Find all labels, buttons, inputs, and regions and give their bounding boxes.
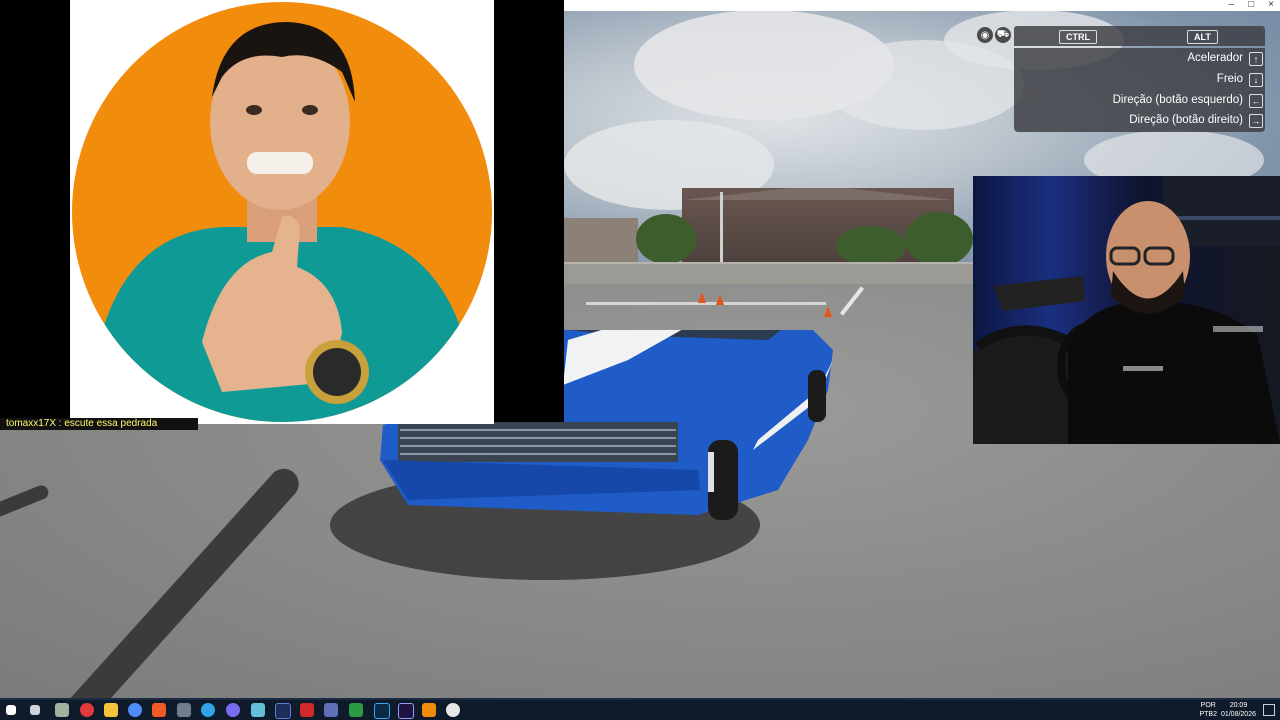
controls-help-panel: CTRL ALT Acelerador ↑ Freio ↓ Direção (b…: [1014, 26, 1265, 132]
arrow-down-icon: ↓: [1249, 73, 1263, 87]
maximize-button[interactable]: □: [1248, 0, 1254, 10]
skid-mark: [0, 483, 51, 519]
control-row-steer-left: Direção (botão esquerdo) ←: [1112, 90, 1263, 110]
arrow-right-icon: →: [1249, 114, 1263, 128]
tree: [836, 226, 906, 266]
skid-mark: [55, 462, 305, 698]
lane-marking: [586, 302, 826, 305]
chrome-icon[interactable]: [128, 703, 142, 717]
app-icon[interactable]: [55, 703, 69, 717]
streamer-photo-panel: [70, 0, 494, 424]
person-portrait: [72, 22, 492, 422]
control-row-steer-right: Direção (botão direito) →: [1129, 110, 1263, 130]
photoshop-icon[interactable]: [374, 703, 390, 719]
app-icon[interactable]: [201, 703, 215, 717]
controls-help-header: CTRL ALT: [1014, 26, 1265, 46]
clock[interactable]: 20:09 01/08/2026: [1221, 701, 1256, 719]
app-icon[interactable]: [422, 703, 436, 717]
brave-icon[interactable]: [152, 703, 166, 717]
task-view-icon[interactable]: [30, 705, 40, 715]
control-label: Direção (botão direito): [1129, 114, 1243, 126]
window-titlebar: [564, 0, 1280, 11]
app-icon[interactable]: [349, 703, 363, 717]
windows-taskbar: POR PTB2 20:09 01/08/2026: [0, 698, 1280, 720]
traffic-cone: [698, 292, 706, 303]
control-label: Acelerador: [1187, 52, 1243, 64]
traffic-cone: [716, 294, 724, 305]
ctrl-key-badge: CTRL: [1059, 30, 1097, 44]
notification-icon[interactable]: [1263, 704, 1275, 716]
keyboard-layout: PTB2: [1199, 711, 1217, 718]
app-icon[interactable]: [251, 703, 265, 717]
light-pole: [720, 192, 723, 264]
app-icon[interactable]: [226, 703, 240, 717]
car-icon[interactable]: ⛟: [995, 27, 1011, 43]
arrow-up-icon: ↑: [1249, 52, 1263, 66]
tree: [636, 214, 696, 264]
profile-photo: [72, 2, 492, 422]
window-controls: – □ ×: [1229, 0, 1274, 10]
alt-key-badge: ALT: [1187, 30, 1218, 44]
chat-message: tomaxx17X : escute essa pedrada: [0, 418, 198, 430]
arrow-left-icon: ←: [1249, 94, 1263, 108]
app-icon[interactable]: [177, 703, 191, 717]
start-icon[interactable]: [6, 705, 16, 715]
app-icon[interactable]: [324, 703, 338, 717]
premiere-icon[interactable]: [398, 703, 414, 719]
language-code: POR: [1200, 702, 1216, 709]
view-toggle-group: ◉ ⛟: [977, 27, 1011, 43]
eye-icon[interactable]: ◉: [977, 27, 993, 43]
traffic-cone: [824, 306, 832, 317]
control-label: Direção (botão esquerdo): [1112, 94, 1243, 106]
input-language-indicator[interactable]: POR PTB2: [1199, 701, 1217, 719]
app-icon[interactable]: [446, 703, 460, 717]
control-row-brake: Freio ↓: [1216, 69, 1263, 89]
webcam-person: [973, 176, 1280, 444]
webcam-feed: [973, 176, 1280, 444]
app-icon[interactable]: [300, 703, 314, 717]
lane-marking: [839, 286, 865, 316]
shed: [564, 218, 638, 264]
close-button[interactable]: ×: [1268, 0, 1274, 10]
file-explorer-icon[interactable]: [104, 703, 118, 717]
controls-help-list: Acelerador ↑ Freio ↓ Direção (botão esqu…: [1014, 48, 1265, 132]
clock-date: 01/08/2026: [1220, 711, 1256, 718]
clock-time: 20:09: [1229, 702, 1248, 709]
minimize-button[interactable]: –: [1229, 0, 1235, 10]
control-row-accelerator: Acelerador ↑: [1187, 48, 1263, 68]
control-label: Freio: [1216, 73, 1243, 85]
audition-icon[interactable]: [275, 703, 291, 719]
tree: [905, 212, 973, 266]
app-icon[interactable]: [80, 703, 94, 717]
